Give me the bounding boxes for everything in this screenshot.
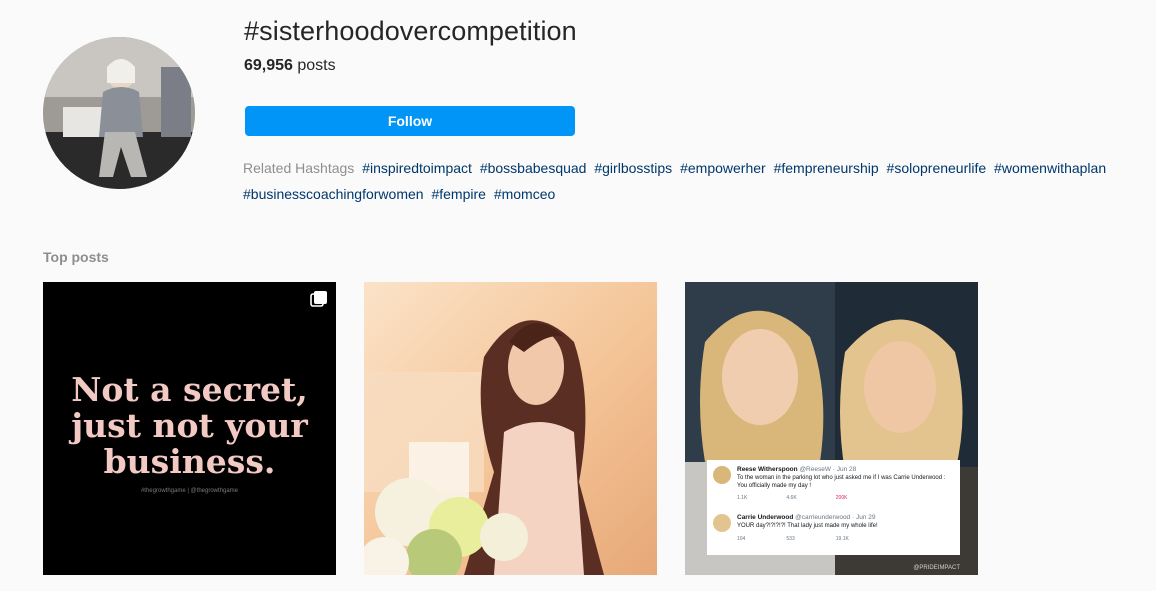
post-count: 69,956 posts xyxy=(244,57,336,75)
related-hashtag-link[interactable]: #girlbosstips xyxy=(594,160,672,176)
related-hashtag-link[interactable]: #businesscoachingforwomen xyxy=(243,186,424,202)
tweet-like-count: 19.1K xyxy=(835,536,849,542)
hashtag-avatar xyxy=(43,37,195,189)
tweet-text: To the woman in the parking lot who just… xyxy=(737,475,946,489)
hashtag-title: #sisterhoodovercompetition xyxy=(244,16,577,46)
related-hashtag-link[interactable]: #inspiredtoimpact xyxy=(362,160,472,176)
related-hashtag-link[interactable]: #bossbabesquad xyxy=(480,160,587,176)
tweet-author-name: Reese Witherspoon xyxy=(737,466,798,473)
quote-credit: #thegrowthgame | @thegrowthgame xyxy=(140,488,239,494)
tweet-retweet-count: 533 xyxy=(786,536,795,542)
tweet-author-name: Carrie Underwood xyxy=(737,514,794,521)
tweet-reply-count: 1.1K xyxy=(737,495,748,501)
related-hashtag-link[interactable]: #fempreneurship xyxy=(774,160,879,176)
related-hashtag-link[interactable]: #solopreneurlife xyxy=(887,160,987,176)
post-count-number: 69,956 xyxy=(244,57,293,74)
top-posts-heading: Top posts xyxy=(43,249,109,265)
quote-line: just not your xyxy=(71,406,308,445)
related-hashtag-link[interactable]: #fempire xyxy=(431,186,485,202)
top-post-2[interactable] xyxy=(364,282,657,575)
related-hashtag-link[interactable]: #empowerher xyxy=(680,160,766,176)
tweet-stats: 1.1K 4.6K 200K xyxy=(737,495,952,501)
tweet-avatar xyxy=(713,466,731,484)
follow-button[interactable]: Follow xyxy=(245,106,575,136)
tweet-author-handle: @carrieunderwood · Jun 29 xyxy=(795,514,876,521)
related-hashtags-label: Related Hashtags xyxy=(243,160,355,176)
multiple-posts-icon xyxy=(310,291,327,307)
post-count-suffix: posts xyxy=(292,57,336,74)
tweet-stats: 104 533 19.1K xyxy=(737,536,952,542)
quote-line: Not a secret, xyxy=(71,370,308,409)
top-post-3[interactable]: Reese Witherspoon @ReeseW · Jun 28 To th… xyxy=(685,282,978,575)
quote-line: business. xyxy=(103,442,276,481)
related-hashtag-link[interactable]: #womenwithaplan xyxy=(994,160,1106,176)
tweet-avatar xyxy=(713,514,731,532)
tweet-author-handle: @ReeseW · Jun 28 xyxy=(799,466,857,473)
top-post-1[interactable]: Not a secret, just not your business. #t… xyxy=(43,282,336,575)
tweet-screenshot-card: Reese Witherspoon @ReeseW · Jun 28 To th… xyxy=(707,460,960,555)
quote-text: Not a secret, just not your business. xyxy=(43,372,336,480)
post-watermark: @PRIDEIMPACT xyxy=(913,565,960,571)
tweet-header: Carrie Underwood @carrieunderwood · Jun … xyxy=(737,514,875,521)
related-hashtags: Related Hashtags #inspiredtoimpact #boss… xyxy=(243,155,1143,207)
post-image-woman-portrait xyxy=(364,282,657,575)
tweet-like-count: 200K xyxy=(835,495,848,501)
tweet-retweet-count: 4.6K xyxy=(786,495,797,501)
related-hashtag-link[interactable]: #momceo xyxy=(494,186,555,202)
tweet-text: YOUR day?!?!?!?! That lady just made my … xyxy=(737,523,878,529)
tweet-header: Reese Witherspoon @ReeseW · Jun 28 xyxy=(737,466,856,473)
tweet-reply-count: 104 xyxy=(737,536,746,542)
